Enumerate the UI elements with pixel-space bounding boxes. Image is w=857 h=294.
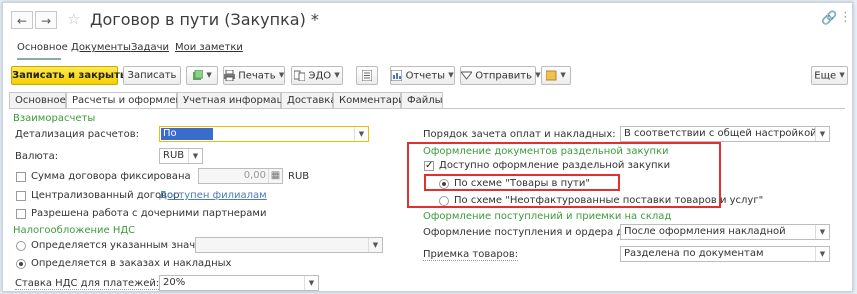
- section-vat-title: Налогообложение НДС: [13, 225, 136, 236]
- more-options-icon[interactable]: ⋮: [839, 10, 852, 25]
- tab-files[interactable]: Файлы: [401, 92, 443, 108]
- chevron-down-icon[interactable]: ▼: [815, 225, 829, 239]
- separate-purchase-checkbox[interactable]: ✓: [424, 161, 434, 171]
- fixed-sum-label: Сумма договора фиксирована: [31, 171, 191, 182]
- print-button[interactable]: Печать ▼: [223, 66, 285, 85]
- fixed-sum-checkbox[interactable]: [16, 172, 26, 182]
- chevron-down-icon[interactable]: ▼: [368, 238, 382, 252]
- edo-label: ЭДО: [308, 70, 332, 82]
- subsidiaries-checkbox[interactable]: [16, 209, 26, 219]
- receipt-field[interactable]: После оформления накладной ▼: [620, 224, 830, 240]
- edo-icon: [294, 70, 306, 81]
- tab-accounting-info[interactable]: Учетная информация: [177, 92, 296, 108]
- reports-icon: [391, 70, 403, 81]
- document-structure-button[interactable]: [356, 66, 378, 85]
- printer-icon: [224, 70, 235, 81]
- vat-option-orders-label: Определяется в заказах и накладных: [31, 258, 232, 269]
- centralized-label: Централизованный договор: [31, 190, 180, 201]
- subsidiaries-label: Разрешена работа с дочерними партнерами: [31, 208, 267, 219]
- currency-field[interactable]: RUB ▼: [159, 148, 203, 164]
- fixed-sum-currency: RUB: [288, 171, 310, 182]
- tab-delivery[interactable]: Доставка: [281, 92, 336, 108]
- detail-label: Детализация расчетов:: [15, 129, 139, 140]
- nav-tab-tasks[interactable]: Задачи: [131, 42, 169, 53]
- acceptance-label: Приемка товаров:: [423, 249, 519, 261]
- vat-option-specified-radio[interactable]: [16, 241, 26, 251]
- branches-link[interactable]: Доступен филиалам: [159, 190, 267, 201]
- link-icon[interactable]: 🔗: [821, 11, 837, 26]
- chevron-down-icon[interactable]: ▼: [815, 127, 829, 141]
- back-button[interactable]: ←: [11, 11, 33, 29]
- scheme-goods-in-transit-label: По схеме "Товары в пути": [454, 178, 590, 189]
- attachment-icon: [546, 70, 557, 81]
- separate-purchase-label: Доступно оформление раздельной закупки: [439, 160, 671, 171]
- vat-rate-value: 20%: [163, 277, 186, 288]
- forward-button[interactable]: →: [35, 11, 57, 29]
- detail-field[interactable]: По заказам ▼: [159, 126, 369, 151]
- save-button[interactable]: Записать: [123, 66, 181, 85]
- fixed-sum-value: 0,00: [243, 170, 266, 181]
- more-button[interactable]: Еще ▼: [811, 66, 848, 85]
- centralized-checkbox[interactable]: [16, 191, 26, 201]
- document-window: ← → ☆ Договор в пути (Закупка) * 🔗 ⋮ Осн…: [2, 2, 853, 292]
- acceptance-field[interactable]: Разделена по документам ▼: [620, 246, 830, 262]
- chevron-down-icon[interactable]: ▼: [354, 127, 368, 141]
- window-title: Договор в пути (Закупка) *: [90, 10, 319, 29]
- create-based-on-button[interactable]: ▼: [186, 66, 218, 85]
- create-based-icon: [193, 70, 204, 80]
- section-separate-title: Оформление документов раздельной закупки: [423, 146, 669, 157]
- more-label: Еще: [814, 70, 837, 82]
- currency-value: RUB: [163, 150, 185, 161]
- detail-value: По заказам: [161, 128, 213, 151]
- chevron-down-icon[interactable]: ▼: [815, 247, 829, 261]
- vat-rate-field[interactable]: 20% ▼: [159, 275, 319, 291]
- send-button[interactable]: Отправить ▼: [460, 66, 541, 85]
- active-tab-underline: [17, 58, 61, 60]
- tab-comment[interactable]: Комментарий: [333, 92, 411, 108]
- section-receipt-title: Оформление поступлений и приемки на скла…: [423, 211, 672, 222]
- vat-rate-label-text: Ставка НДС для платежей:: [15, 278, 160, 290]
- reports-button[interactable]: Отчеты ▼: [390, 66, 455, 85]
- vat-option-orders-radio[interactable]: [16, 259, 26, 269]
- chevron-down-icon[interactable]: ▼: [188, 149, 202, 163]
- print-label: Печать: [238, 70, 276, 82]
- list-document-icon: [362, 69, 372, 81]
- tab-settlements[interactable]: Расчеты и оформление: [66, 92, 195, 109]
- vat-specified-field[interactable]: ▼: [195, 237, 383, 253]
- receipt-value: После оформления накладной: [624, 226, 786, 237]
- offset-label: Порядок зачета оплат и накладных:: [423, 129, 616, 140]
- tab-main[interactable]: Основное: [9, 92, 66, 108]
- currency-label: Валюта:: [15, 151, 59, 162]
- acceptance-value: Разделена по документам: [624, 248, 764, 259]
- reports-label: Отчеты: [405, 70, 446, 82]
- acceptance-label-text: Приемка товаров:: [423, 249, 519, 261]
- nav-tab-notes[interactable]: Мои заметки: [175, 42, 243, 53]
- offset-field[interactable]: В соответствии с общей настройкой ▼: [620, 126, 830, 142]
- scheme-uninvoiced-radio[interactable]: [439, 196, 449, 206]
- tab-divider: [9, 108, 845, 109]
- offset-value: В соответствии с общей настройкой: [624, 128, 817, 139]
- scheme-uninvoiced-label: По схеме "Неотфактурованные поставки тов…: [454, 195, 764, 206]
- nav-tab-documents[interactable]: Документы: [71, 42, 131, 53]
- scheme-goods-in-transit-radio[interactable]: [439, 179, 449, 189]
- save-and-close-button[interactable]: Записать и закрыть: [11, 66, 126, 85]
- section-settlements-title: Взаиморасчеты: [13, 113, 96, 124]
- nav-tab-main[interactable]: Основное: [17, 42, 68, 53]
- send-label: Отправить: [475, 70, 533, 82]
- send-icon: [461, 71, 472, 80]
- chevron-down-icon[interactable]: ▼: [304, 276, 318, 290]
- attachments-button[interactable]: ▼: [541, 66, 571, 85]
- fixed-sum-field[interactable]: 0,00 ▦: [198, 168, 283, 184]
- vat-rate-label: Ставка НДС для платежей:: [15, 278, 160, 290]
- edo-button[interactable]: ЭДО ▼: [291, 66, 343, 85]
- calculator-icon[interactable]: ▦: [268, 169, 282, 183]
- favorite-star-icon[interactable]: ☆: [67, 10, 80, 28]
